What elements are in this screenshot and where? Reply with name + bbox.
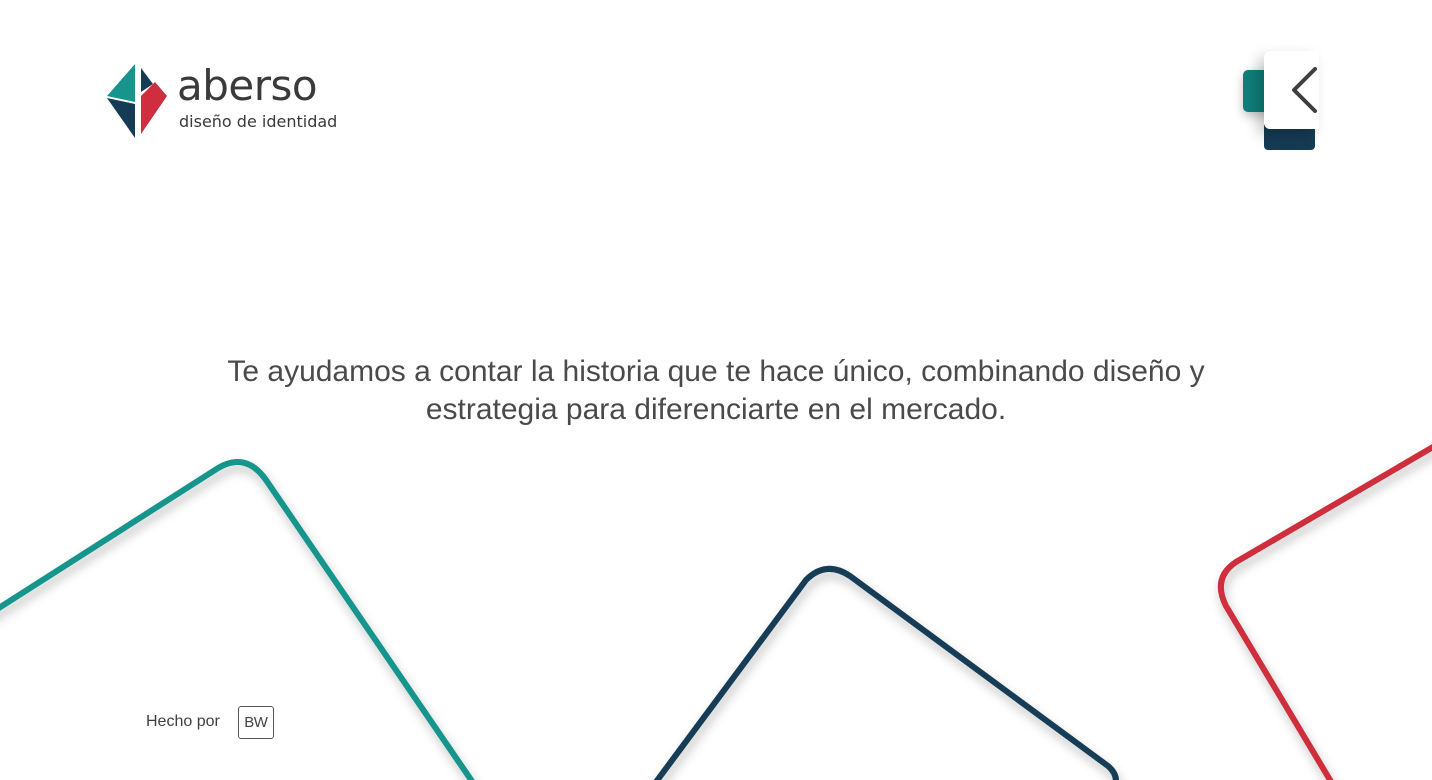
chevron-left-icon [1292,67,1317,113]
hero-line-2: estrategia para diferenciarte en el merc… [425,393,1007,426]
red-outline-shape [1217,444,1432,780]
page: aberso diseño de identidad Te ayudamos a… [0,0,1432,780]
credit-badge-link[interactable]: BW [237,705,274,739]
menu-toggle-card [1264,51,1319,129]
navy-outline-shape [653,566,1119,780]
brand-logo[interactable]: aberso diseño de identidad [105,60,355,140]
brand-tagline: diseño de identidad [179,112,338,131]
brand-name: aberso [177,61,318,110]
credit-label: Hecho por [146,713,220,730]
hero-headline: Te ayudamos a contar la historia que te … [166,353,1266,429]
footer-credit: Hecho por BW [146,704,274,740]
hero-line-1: Te ayudamos a contar la historia que te … [227,355,1205,388]
logo-mark-icon [107,64,167,138]
menu-toggle-button[interactable] [1240,50,1320,154]
